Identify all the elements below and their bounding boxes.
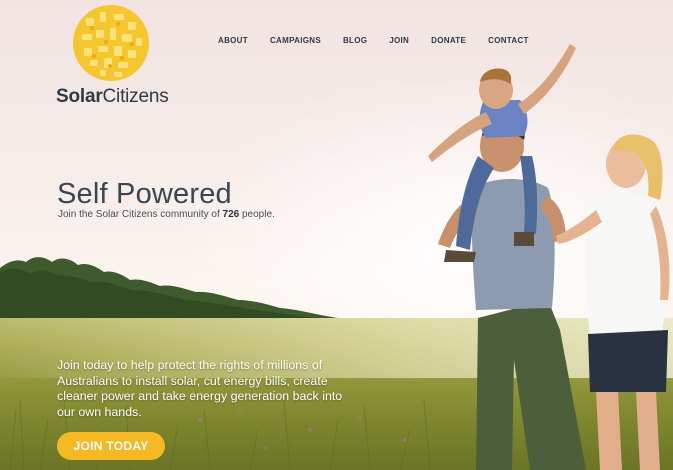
nav-item-blog[interactable]: BLOG — [343, 36, 367, 45]
hero-subtitle-prefix: Join the Solar Citizens community of — [58, 209, 223, 220]
nav-item-donate[interactable]: DONATE — [431, 36, 466, 45]
page-title: Self Powered — [57, 178, 232, 210]
hero-subtitle: Join the Solar Citizens community of 726… — [58, 209, 275, 220]
member-count: 726 — [222, 209, 240, 220]
mission-blurb: Join today to help protect the rights of… — [57, 358, 343, 419]
main-nav: ABOUT CAMPAIGNS BLOG JOIN DONATE CONTACT — [218, 36, 551, 45]
nav-item-contact[interactable]: CONTACT — [488, 36, 529, 45]
logo-wordmark: SolarCitizens — [56, 86, 169, 107]
nav-item-join[interactable]: JOIN — [389, 36, 409, 45]
hero-subtitle-suffix: people. — [239, 209, 275, 220]
sun-icon — [73, 5, 149, 81]
join-today-button[interactable]: JOIN TODAY — [57, 432, 165, 460]
nav-item-campaigns[interactable]: CAMPAIGNS — [270, 36, 321, 45]
nav-item-about[interactable]: ABOUT — [218, 36, 248, 45]
